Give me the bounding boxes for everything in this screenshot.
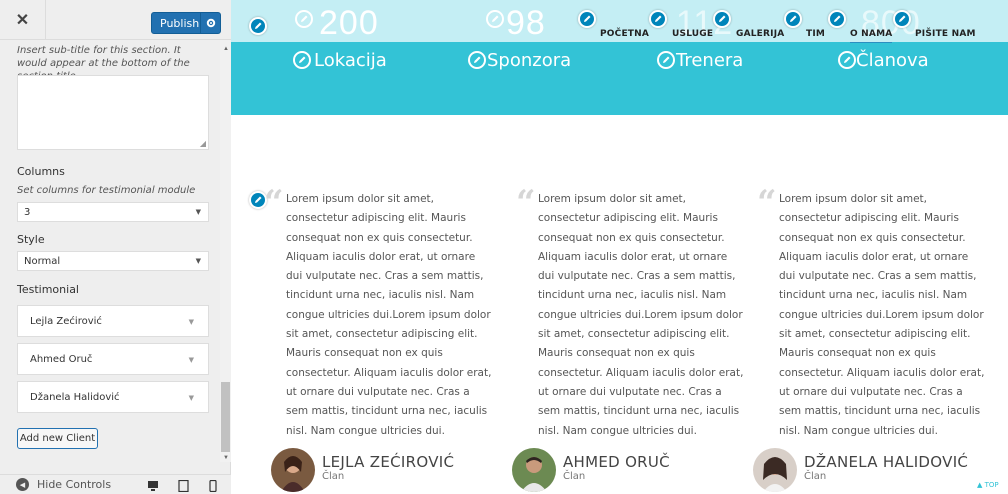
gear-icon[interactable]: [200, 13, 220, 33]
hide-controls-button[interactable]: ◀ Hide Controls: [16, 478, 111, 491]
style-select[interactable]: Normal ▼: [17, 251, 209, 271]
author-name: LEJLA ZEĆIROVIĆ: [322, 453, 455, 471]
author-name: AHMED ORUČ: [563, 453, 670, 471]
testimonial-author: LEJLA ZEĆIROVIĆ Član: [271, 448, 454, 492]
customizer-sidebar: ✕ Publish Insert sub-title for this sect…: [0, 0, 231, 494]
avatar: [271, 448, 315, 492]
edit-pencil-icon[interactable]: [838, 51, 856, 69]
edit-pencil-icon[interactable]: [784, 10, 802, 28]
edit-pencil-icon[interactable]: [893, 10, 911, 28]
back-to-top-link[interactable]: ▲ TOP: [977, 481, 999, 489]
avatar: [512, 448, 556, 492]
testimonial-author: DŽANELA HALIDOVIĆ Član: [753, 448, 968, 492]
close-button[interactable]: ✕: [0, 0, 46, 40]
tablet-preview-icon[interactable]: [178, 479, 189, 493]
quote-icon: “: [516, 183, 536, 223]
nav-o-nama[interactable]: O NAMA: [850, 29, 893, 43]
sidebar-header: ✕ Publish: [0, 0, 231, 40]
author-role: Član: [804, 471, 827, 482]
testimonial-card: “ Lorem ipsum dolor sit amet, consectetu…: [264, 186, 494, 441]
quote-icon: “: [264, 183, 284, 223]
edit-pencil-icon[interactable]: [578, 10, 596, 28]
testimonial-card: “ Lorem ipsum dolor sit amet, consectetu…: [516, 186, 746, 441]
testimonial-item[interactable]: Ahmed Oruč ▼: [17, 343, 209, 375]
desktop-preview-icon[interactable]: [147, 479, 158, 491]
testimonial-author: AHMED ORUČ Član: [512, 448, 670, 492]
author-role: Član: [563, 471, 586, 482]
nav-pisite-nam[interactable]: PIŠITE NAM: [915, 29, 976, 39]
chevron-down-icon: ▼: [188, 356, 194, 364]
nav-usluge[interactable]: USLUGE: [672, 29, 713, 39]
resize-grip-icon[interactable]: ◢: [200, 139, 206, 148]
testimonial-item-label: Džanela Halidović: [30, 391, 120, 403]
testimonial-item-label: Ahmed Oruč: [30, 353, 93, 365]
testimonial-text: Lorem ipsum dolor sit amet, consectetur …: [538, 193, 744, 437]
stat-label: Lokacija: [314, 50, 387, 71]
scroll-up-icon[interactable]: ▲: [223, 46, 229, 52]
collapse-icon: ◀: [16, 478, 29, 491]
site-preview: 200 Lokacija 98 Sponzora 112 Trenera 800…: [231, 0, 1008, 494]
mobile-preview-icon[interactable]: [209, 479, 220, 493]
testimonial-text: Lorem ipsum dolor sit amet, consectetur …: [779, 193, 985, 437]
author-role: Član: [322, 471, 345, 482]
edit-pencil-icon[interactable]: [486, 10, 504, 28]
columns-label: Columns: [17, 165, 65, 178]
edit-pencil-icon[interactable]: [468, 51, 486, 69]
quote-icon: “: [757, 183, 777, 223]
columns-select[interactable]: 3 ▼: [17, 202, 209, 222]
chevron-down-icon: ▼: [188, 394, 194, 402]
add-new-client-button[interactable]: Add new Client: [17, 428, 98, 449]
edit-pencil-icon[interactable]: [295, 10, 313, 28]
nav-tim[interactable]: TIM: [806, 29, 825, 39]
nav-pocetna[interactable]: POČETNA: [600, 29, 649, 39]
hide-controls-label: Hide Controls: [37, 478, 112, 491]
stat-number: 98: [506, 4, 546, 42]
edit-pencil-icon[interactable]: [649, 10, 667, 28]
testimonial-item-label: Lejla Zećirović: [30, 315, 102, 327]
testimonial-text: Lorem ipsum dolor sit amet, consectetur …: [286, 193, 492, 437]
style-value: Normal: [24, 255, 61, 267]
scrollbar-thumb[interactable]: [221, 382, 230, 452]
chevron-down-icon: ▼: [195, 257, 201, 265]
testimonial-item[interactable]: Lejla Zećirović ▼: [17, 305, 209, 337]
publish-label: Publish: [160, 16, 200, 30]
nav-galerija[interactable]: GALERIJA: [736, 29, 784, 39]
stat-number: 200: [319, 4, 379, 42]
columns-description: Set columns for testimonial module: [17, 185, 196, 196]
scroll-down-icon[interactable]: ▼: [223, 455, 229, 461]
stat-label: Članova: [856, 50, 929, 71]
stat-label: Trenera: [676, 50, 744, 71]
sidebar-footer: ◀ Hide Controls: [0, 474, 231, 494]
edit-pencil-icon[interactable]: [828, 10, 846, 28]
columns-value: 3: [24, 206, 31, 218]
avatar: [753, 448, 797, 492]
edit-pencil-icon[interactable]: [657, 51, 675, 69]
author-name: DŽANELA HALIDOVIĆ: [804, 453, 969, 471]
testimonial-card: “ Lorem ipsum dolor sit amet, consectetu…: [757, 186, 987, 441]
stat-label: Sponzora: [487, 50, 572, 71]
testimonial-item[interactable]: Džanela Halidović ▼: [17, 381, 209, 413]
testimonial-label: Testimonial: [17, 283, 79, 296]
edit-pencil-icon[interactable]: [293, 51, 311, 69]
subtitle-textarea[interactable]: ◢: [17, 75, 209, 150]
publish-button[interactable]: Publish: [151, 12, 221, 34]
chevron-down-icon: ▼: [188, 318, 194, 326]
style-label: Style: [17, 233, 45, 246]
edit-pencil-icon[interactable]: [713, 10, 731, 28]
stats-hero: 200 Lokacija 98 Sponzora 112 Trenera 800…: [231, 0, 1008, 115]
edit-pencil-icon[interactable]: [249, 17, 267, 35]
chevron-down-icon: ▼: [195, 208, 201, 216]
